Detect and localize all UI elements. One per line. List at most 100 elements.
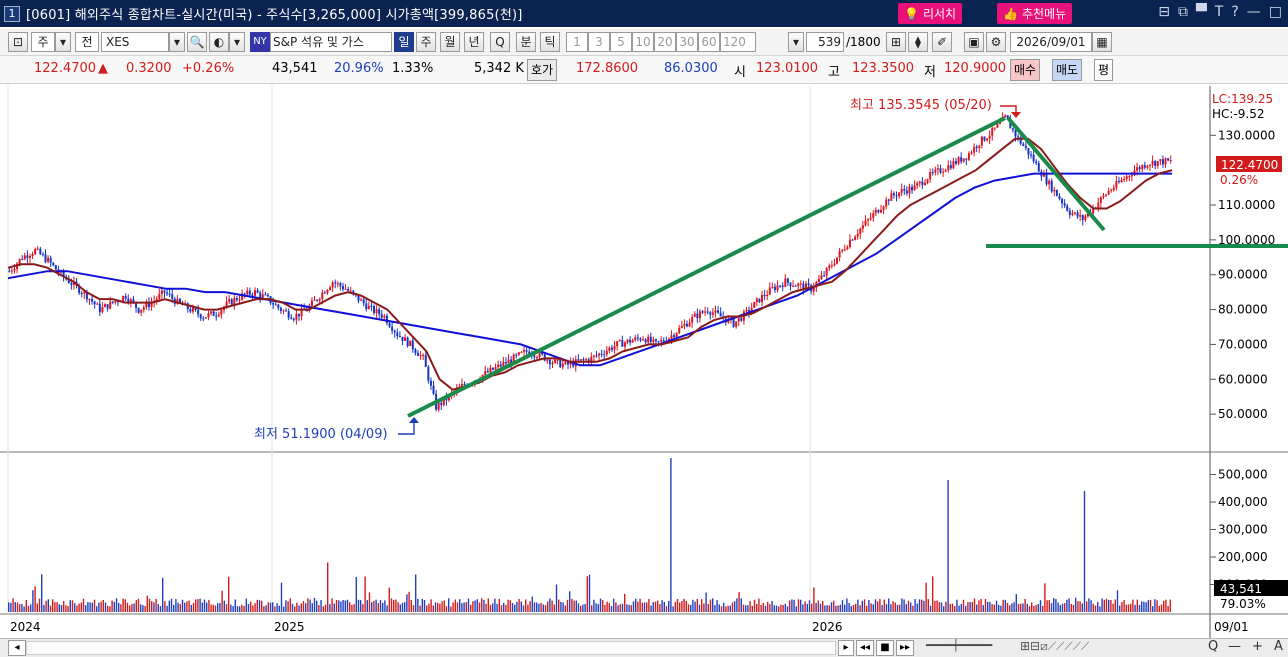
candle-body [600,353,603,355]
volume-bar [467,598,470,612]
candle-body [973,146,976,153]
zoom-search-icon[interactable]: Q [1208,639,1218,654]
gear-icon[interactable]: ⚙ [986,32,1006,52]
interval-3[interactable]: 3 [588,32,610,52]
period-day[interactable]: 일 [394,32,414,52]
period-quarter[interactable]: Q [490,32,510,52]
volume-bar [872,604,874,612]
rewind-icon[interactable]: ◂◂ [856,640,874,656]
zoom-slider[interactable]: ━━━━┿━━━━━ [926,639,1016,655]
pin-icon[interactable]: ▀ [1196,4,1207,20]
volume-bar [804,601,806,612]
help-icon[interactable]: ? [1231,4,1238,20]
scroll-left-icon[interactable]: ◂ [8,640,26,656]
buy-button[interactable]: 매수 [1010,59,1041,81]
fast-forward-icon[interactable]: ▸▸ [896,640,914,656]
flat-button[interactable]: 평 [1094,59,1114,81]
period-year[interactable]: 년 [464,32,484,52]
candle-icon[interactable]: ⧫ [908,32,928,52]
candle-body [978,145,981,149]
grid-icon[interactable]: ⊞ [886,32,906,52]
draw-icon[interactable]: ✐ [932,32,952,52]
layout-icon[interactable]: ⊟ [1158,4,1170,20]
candle-body [882,206,885,210]
scroll-right-icon[interactable]: ▸ [838,640,854,656]
volume-bar [894,602,896,612]
interval-60[interactable]: 60 [698,32,720,52]
data-count-input[interactable]: 539 [806,32,844,52]
candle-body [160,290,163,295]
volume-bar [1158,605,1160,612]
save-icon[interactable]: ▣ [964,32,984,52]
options-icon[interactable]: ▾ [229,32,245,52]
volume-bar [716,600,718,612]
chevron-down-icon[interactable]: ▾ [55,32,71,52]
symbol-dropdown-icon[interactable]: ▾ [169,32,185,52]
candle-body [1058,196,1061,200]
speaker-icon[interactable]: ◐ [209,32,229,52]
volume-bar [621,603,624,612]
volume-bar [529,601,531,612]
candle-body [1055,189,1058,197]
volume-bar [659,604,661,612]
font-icon[interactable]: T [1215,4,1224,20]
draw-tools-icon[interactable]: ⊞⊟⧄⟋⟋⟋⟋⟋ [1020,639,1089,654]
recommend-menu-button[interactable]: 👍 추천메뉴 [997,3,1073,24]
candle-body [210,311,213,314]
sell-button[interactable]: 매도 [1052,59,1083,81]
volume-bar [916,603,918,612]
period-week[interactable]: 주 [416,32,436,52]
candle-body [649,336,652,342]
volume-bar [516,601,518,612]
all-select[interactable]: 전 [75,32,99,52]
volume-bar [951,603,954,612]
research-button[interactable]: 💡 리서치 [898,3,963,24]
interval-dropdown-icon[interactable]: ▾ [788,32,804,52]
period-month[interactable]: 월 [440,32,460,52]
volume-bar [1136,599,1138,612]
stop-icon[interactable]: ■ [876,640,894,656]
candle-body [753,302,756,309]
maximize-icon[interactable]: □ [1269,4,1282,20]
volume-bar [188,600,190,612]
zoom-in-icon[interactable]: + [1252,639,1263,654]
tile-icon[interactable]: ⧉ [1178,4,1188,20]
volume-bar [767,601,769,612]
minimize-icon[interactable]: — [1247,4,1261,20]
chart-menu-icon[interactable]: ⊡ [8,32,28,52]
auto-scale-icon[interactable]: A [1274,639,1283,654]
volume-bar [1123,599,1125,612]
interval-5[interactable]: 5 [610,32,632,52]
volume-bar [769,604,771,612]
interval-20[interactable]: 20 [654,32,676,52]
volume-bar [366,600,368,612]
volume-bar [428,603,430,612]
volume-bar [753,599,756,612]
volume-bar [802,604,804,612]
candle-body [1004,115,1007,118]
candle-body [556,359,559,361]
interval-10[interactable]: 10 [632,32,654,52]
candle-body [23,255,26,260]
date-input[interactable]: 2026/09/01 [1010,32,1092,52]
candle-body [846,247,849,250]
calendar-icon[interactable]: ▦ [1092,32,1112,52]
volume-bar [560,601,562,612]
volume-bar [1134,604,1136,612]
candle-body [892,193,895,196]
period-tick[interactable]: 틱 [540,32,560,52]
interval-1[interactable]: 1 [566,32,588,52]
price-chart[interactable]: 최고 135.3545 (05/20) 최저 51.1900 (04/09) 5… [0,86,1288,638]
symbol-input[interactable]: XES [101,32,169,52]
candle-body [856,233,859,237]
candle-body [171,294,174,299]
interval-120[interactable]: 120 [720,32,756,52]
interval-30[interactable]: 30 [676,32,698,52]
zoom-out-icon[interactable]: — [1228,639,1241,654]
market-select[interactable]: 주 [31,32,55,52]
window-number[interactable]: 1 [4,5,20,22]
period-minute[interactable]: 분 [516,32,536,52]
candle-body [582,359,585,361]
time-scrollbar[interactable] [26,641,836,655]
search-icon[interactable]: 🔍 [187,32,207,52]
